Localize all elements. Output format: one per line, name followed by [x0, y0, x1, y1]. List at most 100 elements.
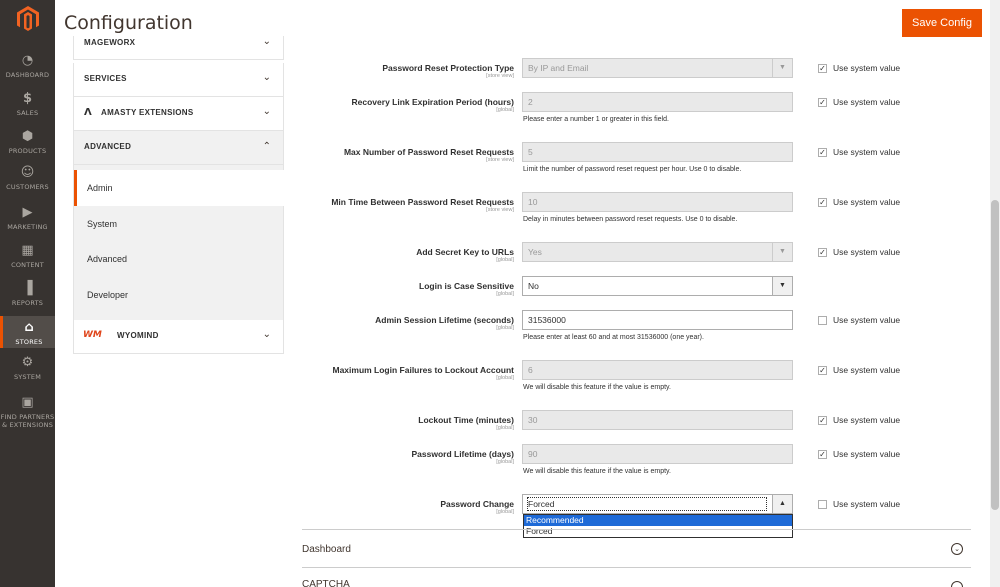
- select-field[interactable]: No ▼: [522, 276, 793, 296]
- page-title: Configuration: [64, 12, 193, 34]
- section-mageworx[interactable]: MAGEWORX ⌄: [73, 36, 284, 60]
- select-field[interactable]: Yes ▼: [522, 242, 793, 262]
- dollar-icon: $: [22, 91, 33, 106]
- field-value: Forced: [527, 497, 767, 511]
- use-system-value-label: Use system value: [833, 147, 901, 157]
- field-label: Lockout Time (minutes): [418, 415, 514, 425]
- scope-label: [global]: [496, 107, 514, 113]
- scope-label: [global]: [496, 257, 514, 263]
- chevron-up-icon: ⌃: [262, 141, 271, 152]
- section-amasty-extensions[interactable]: Λ AMASTY EXTENSIONS ⌄: [73, 97, 284, 131]
- submenu-item-developer[interactable]: Developer: [74, 277, 285, 313]
- submenu-item-system[interactable]: System: [74, 206, 285, 242]
- nav-label: STORES: [15, 338, 43, 346]
- use-system-value-label: Use system value: [833, 97, 901, 107]
- submenu-item-advanced[interactable]: Advanced: [74, 241, 285, 277]
- caret-down-icon: ▼: [772, 59, 792, 77]
- text-input[interactable]: 10: [522, 192, 793, 212]
- text-input[interactable]: 30: [522, 410, 793, 430]
- text-input[interactable]: 6: [522, 360, 793, 380]
- section-dashboard[interactable]: Dashboard ⌄: [302, 529, 971, 567]
- select-field[interactable]: Forced ▲: [522, 494, 793, 514]
- use-system-value-checkbox[interactable]: ✓: [818, 64, 827, 73]
- text-input[interactable]: 90: [522, 444, 793, 464]
- nav-item-content[interactable]: ▦ CONTENT: [0, 244, 55, 274]
- nav-label: FIND PARTNERS & EXTENSIONS: [0, 413, 55, 429]
- scrollbar-thumb[interactable]: [991, 200, 999, 510]
- use-system-value-checkbox[interactable]: [818, 316, 827, 325]
- store-icon: ⌂: [24, 320, 34, 335]
- nav-item-sales[interactable]: $ SALES: [0, 92, 55, 122]
- use-system-value-label: Use system value: [833, 449, 901, 459]
- section-services[interactable]: SERVICES ⌄: [73, 63, 284, 97]
- nav-item-find[interactable]: ▣ FIND PARTNERS & EXTENSIONS: [0, 395, 55, 430]
- field-value: 90: [528, 449, 538, 459]
- magento-logo-icon[interactable]: [17, 6, 39, 32]
- amasty-logo-icon: Λ: [84, 107, 92, 118]
- field-label: Min Time Between Password Reset Requests: [331, 197, 514, 207]
- scope-label: [global]: [496, 425, 514, 431]
- use-system-value-label: Use system value: [833, 315, 901, 325]
- field-value: No: [528, 281, 539, 291]
- field-note: We will disable this feature if the valu…: [523, 468, 671, 475]
- nav-label: CUSTOMERS: [6, 183, 49, 191]
- field-label: Admin Session Lifetime (seconds): [375, 315, 514, 325]
- use-system-value-checkbox[interactable]: ✓: [818, 450, 827, 459]
- field-label: Password Lifetime (days): [411, 449, 514, 459]
- section-captcha[interactable]: CAPTCHA ⌄: [302, 567, 971, 587]
- nav-item-stores[interactable]: ⌂ STORES: [0, 316, 55, 348]
- chevron-down-icon: ⌄: [262, 72, 271, 83]
- nav-label: SALES: [16, 109, 39, 117]
- option-recommended[interactable]: Recommended: [524, 515, 792, 526]
- nav-item-reports[interactable]: ▐ REPORTS: [0, 282, 55, 312]
- scope-label: [store view]: [486, 73, 514, 79]
- wyomind-logo-icon: WM: [83, 330, 102, 340]
- field-label: Recovery Link Expiration Period (hours): [351, 97, 514, 107]
- chevron-down-icon: ⌄: [262, 36, 271, 47]
- section-label: SERVICES: [84, 74, 127, 83]
- blocks-icon: ▣: [21, 395, 34, 410]
- dashboard-icon: ◔: [21, 53, 34, 68]
- caret-down-icon: ▼: [772, 277, 792, 295]
- nav-item-customers[interactable]: ☺ CUSTOMERS: [0, 166, 55, 196]
- use-system-value-checkbox[interactable]: ✓: [818, 198, 827, 207]
- text-input[interactable]: 2: [522, 92, 793, 112]
- nav-label: REPORTS: [11, 299, 44, 307]
- save-config-button[interactable]: Save Config: [902, 9, 982, 37]
- text-input[interactable]: 31536000: [522, 310, 793, 330]
- nav-item-dashboard[interactable]: ◔ DASHBOARD: [0, 54, 55, 84]
- caret-up-icon: ▲: [772, 495, 792, 513]
- chevron-down-circle-icon: ⌄: [951, 581, 963, 587]
- use-system-value-checkbox[interactable]: ✓: [818, 416, 827, 425]
- field-note: Limit the number of password reset reque…: [523, 166, 742, 173]
- use-system-value-label: Use system value: [833, 247, 901, 257]
- nav-item-marketing[interactable]: ▶ MARKETING: [0, 206, 55, 236]
- use-system-value-checkbox[interactable]: [818, 500, 827, 509]
- use-system-value-checkbox[interactable]: ✓: [818, 98, 827, 107]
- field-value: 5: [528, 147, 533, 157]
- select-field[interactable]: By IP and Email ▼: [522, 58, 793, 78]
- nav-label: MARKETING: [7, 223, 48, 231]
- nav-item-system[interactable]: ⚙ SYSTEM: [0, 356, 55, 386]
- section-label: ADVANCED: [84, 142, 132, 151]
- field-label: Add Secret Key to URLs: [416, 247, 514, 257]
- use-system-value-label: Use system value: [833, 365, 901, 375]
- nav-label: DASHBOARD: [5, 71, 50, 79]
- use-system-value-checkbox[interactable]: ✓: [818, 148, 827, 157]
- nav-item-products[interactable]: ⬢ PRODUCTS: [0, 130, 55, 160]
- submenu-item-admin[interactable]: Admin: [74, 170, 285, 206]
- gear-icon: ⚙: [21, 355, 34, 370]
- advanced-submenu: Admin System Advanced Developer: [73, 165, 285, 320]
- section-advanced[interactable]: ADVANCED ⌃: [73, 131, 284, 165]
- use-system-value-label: Use system value: [833, 63, 901, 73]
- cube-icon: ⬢: [21, 129, 34, 144]
- text-input[interactable]: 5: [522, 142, 793, 162]
- use-system-value-label: Use system value: [833, 197, 901, 207]
- chevron-down-icon: ⌄: [262, 329, 271, 340]
- nav-label: PRODUCTS: [8, 147, 47, 155]
- section-wyomind[interactable]: WM WYOMIND ⌄: [73, 320, 284, 354]
- field-value: 2: [528, 97, 533, 107]
- field-value: By IP and Email: [528, 63, 589, 73]
- use-system-value-checkbox[interactable]: ✓: [818, 248, 827, 257]
- use-system-value-checkbox[interactable]: ✓: [818, 366, 827, 375]
